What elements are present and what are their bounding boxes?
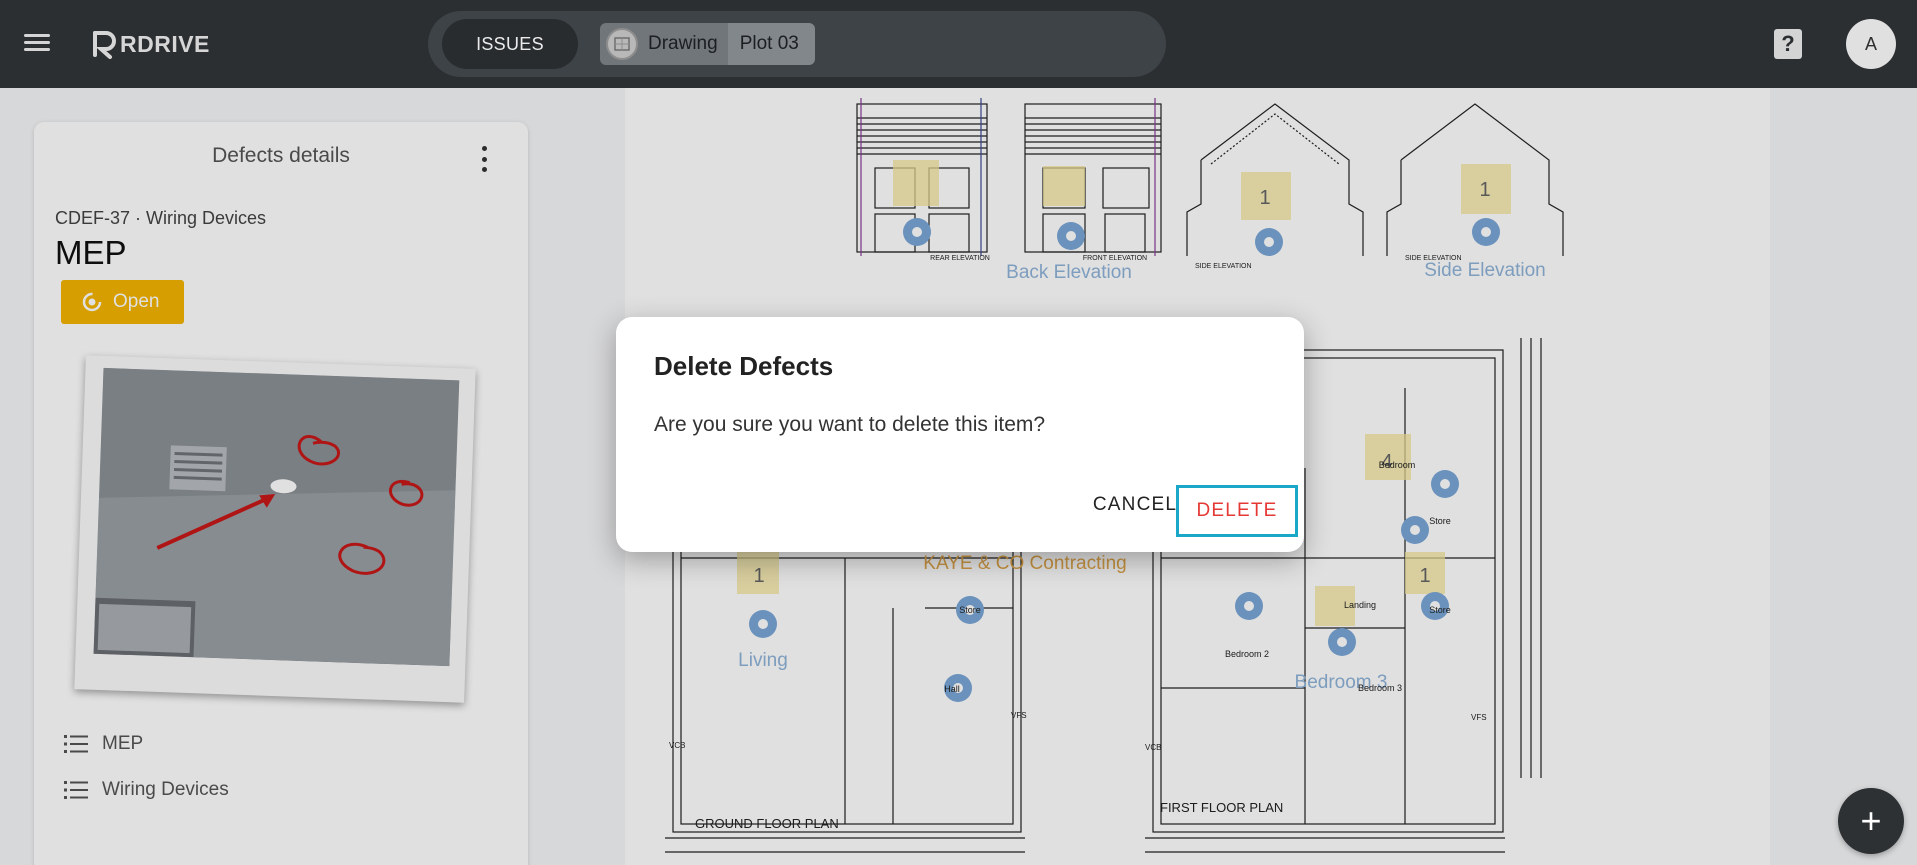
delete-button[interactable]: DELETE <box>1176 485 1298 537</box>
delete-confirm-dialog: Delete Defects Are you sure you want to … <box>616 317 1304 552</box>
dialog-message: Are you sure you want to delete this ite… <box>654 413 1046 436</box>
dialog-title: Delete Defects <box>654 351 834 381</box>
add-fab-button[interactable]: + <box>1838 788 1904 854</box>
modal-backdrop-header <box>0 0 1917 88</box>
